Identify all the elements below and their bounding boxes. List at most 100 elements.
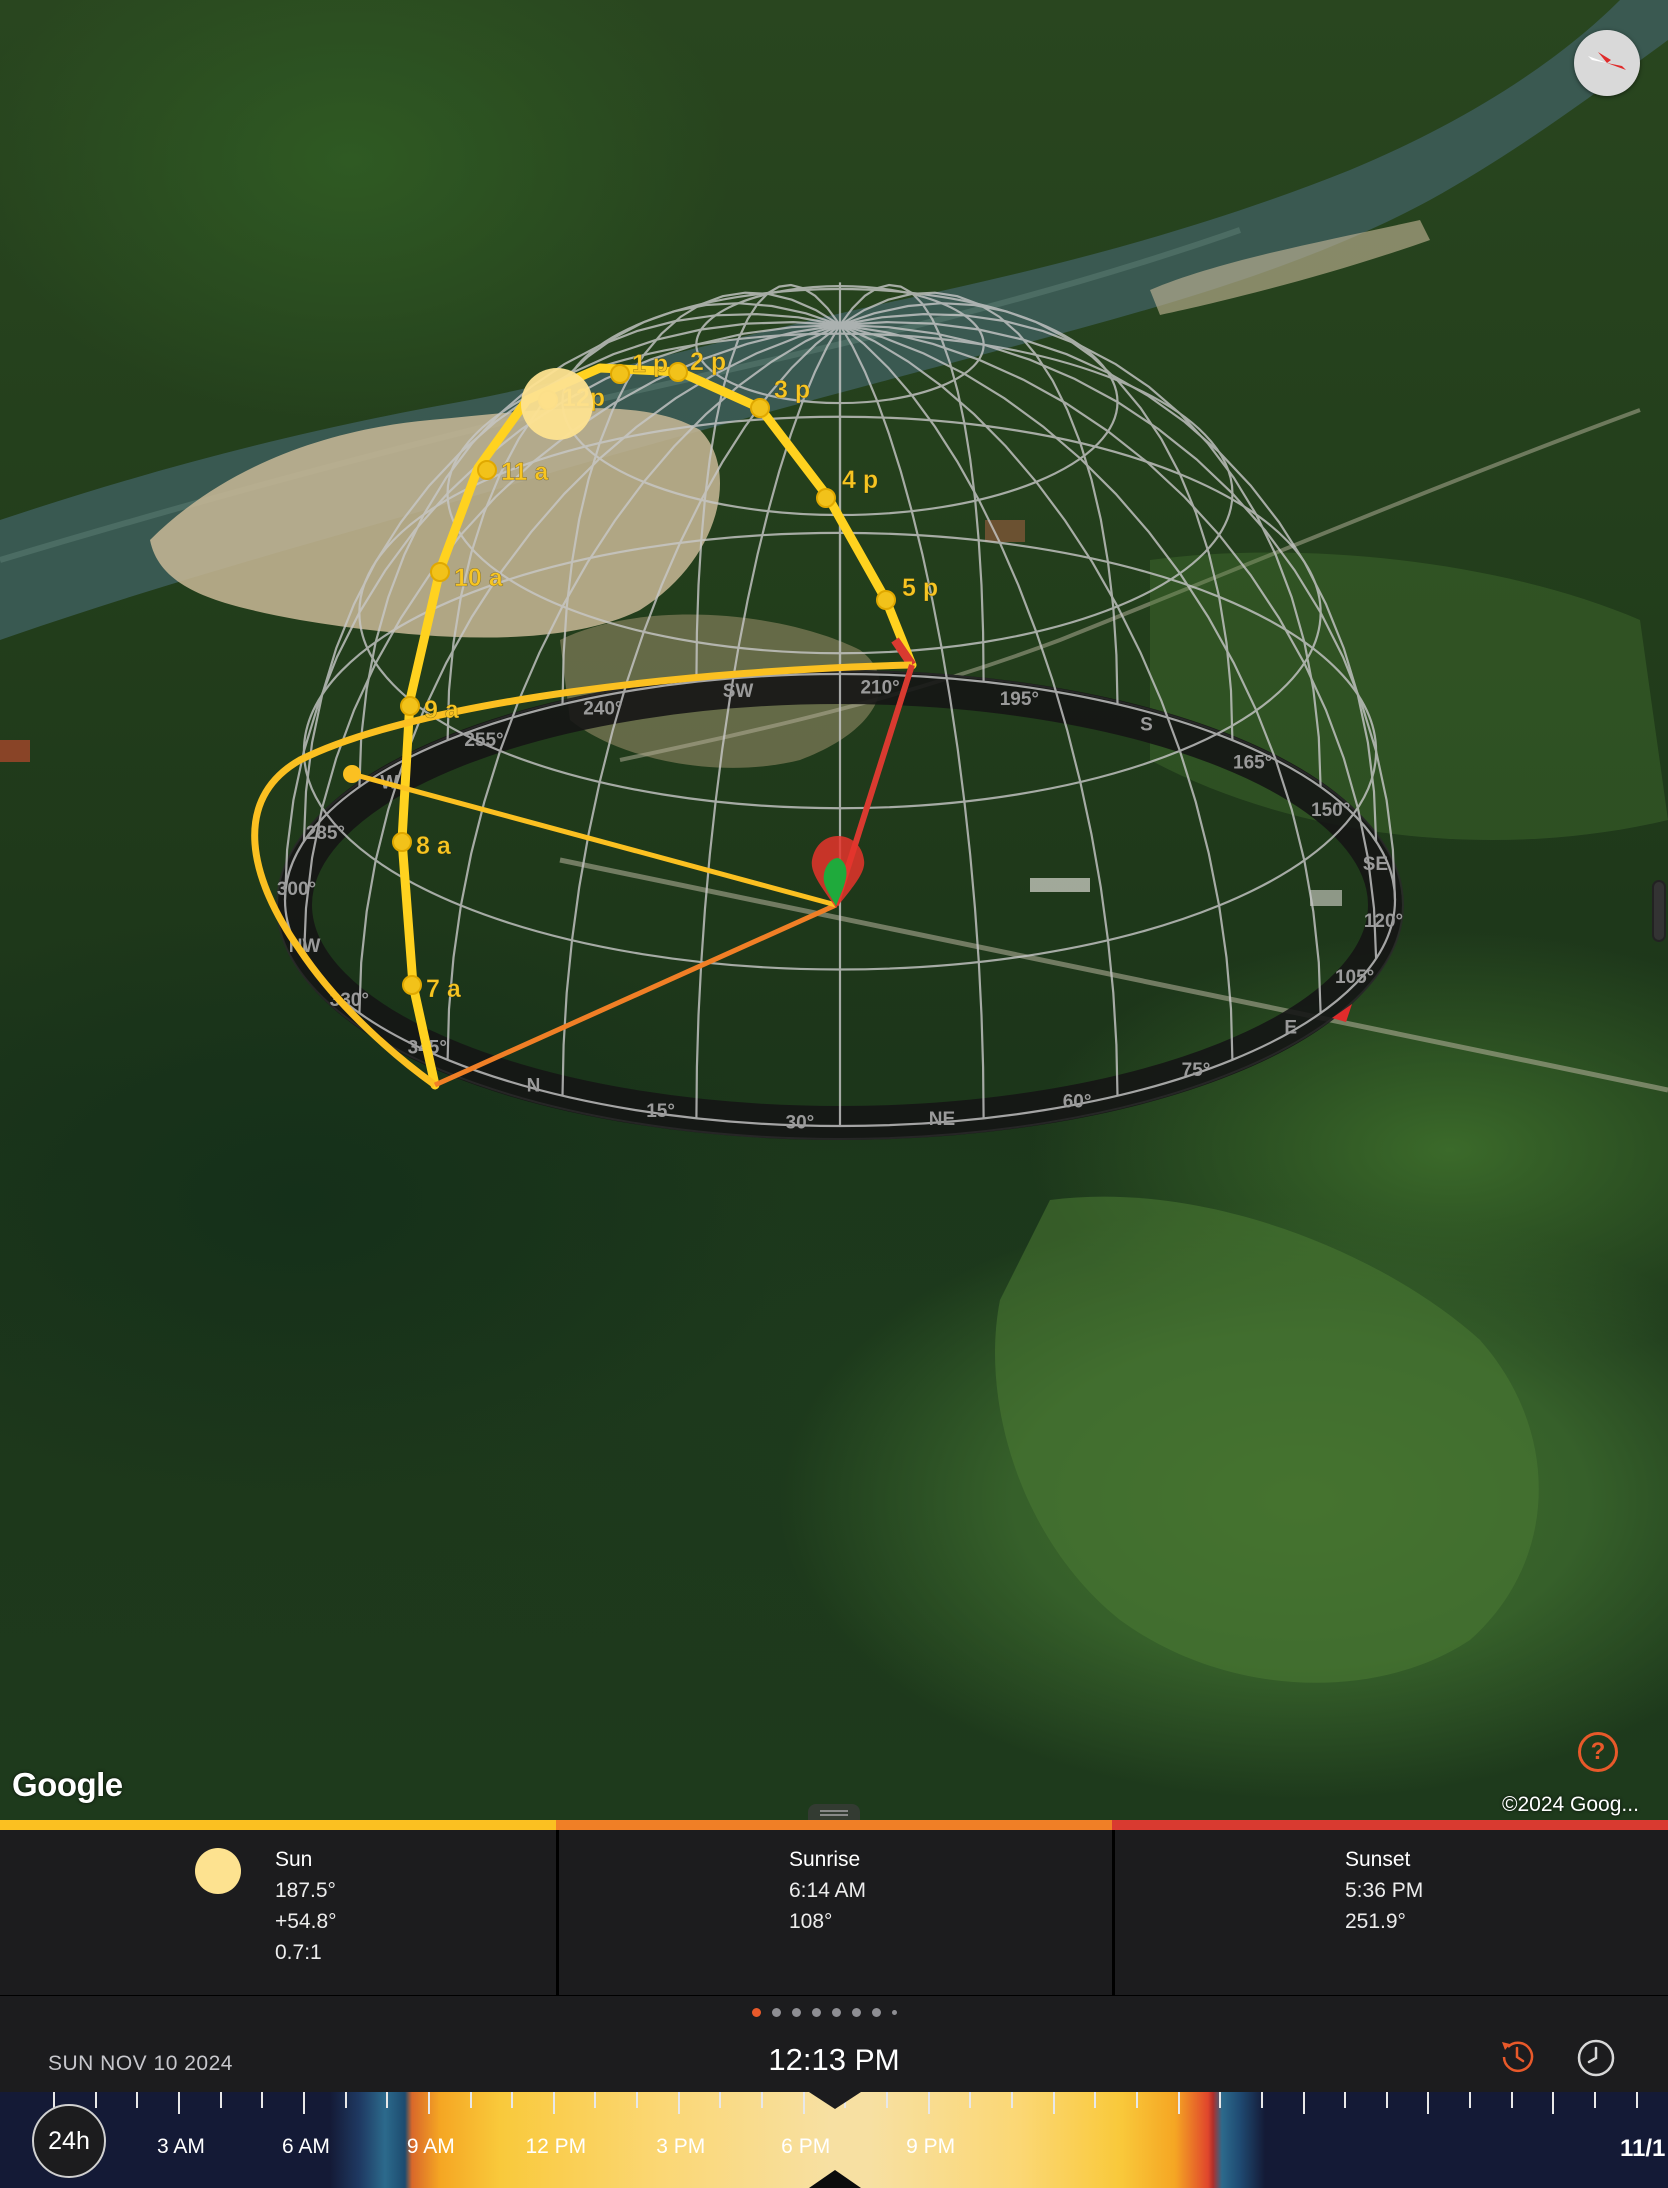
- hour-label: 8 a: [416, 832, 452, 860]
- compass-ring-label: N: [527, 1075, 541, 1096]
- sun-path-overlay: 240° SW 210° 195° S 165° 150° SE 120° 105° E 75° 60°…: [251, 282, 1404, 1140]
- timeline-tick: [1177, 2092, 1180, 2114]
- timeline-tick: [1135, 2092, 1138, 2108]
- current-time-marker-top[interactable]: [809, 2092, 861, 2109]
- timeline-label: 6 AM: [281, 2135, 330, 2158]
- page-dot[interactable]: [812, 2007, 821, 2017]
- hour-marker: [876, 590, 896, 610]
- page-dot[interactable]: [892, 2009, 897, 2015]
- hour-label: 3 p: [774, 376, 810, 404]
- timeline-tick: [1219, 2092, 1222, 2108]
- sunrise-title: Sunrise: [789, 1848, 861, 1871]
- timeline-tick: [469, 2092, 472, 2108]
- help-icon: ?: [1590, 1738, 1606, 1765]
- timeline-tick: [1427, 2092, 1430, 2114]
- sunset-time: 5:36 PM: [1345, 1879, 1424, 1902]
- timeline-tick: [136, 2092, 139, 2108]
- hour-marker: [392, 832, 412, 852]
- sun-elevation: +54.8°: [275, 1910, 337, 1933]
- compass-ring-label: 195°: [1000, 689, 1039, 710]
- time-value: 12:13: [768, 2042, 846, 2077]
- map-copyright[interactable]: ©2024 Goog...: [1502, 1793, 1639, 1817]
- compass-ring-label: 15°: [646, 1101, 675, 1122]
- time-label[interactable]: 12:13 PM: [0, 2042, 1668, 2078]
- timeline-tick: [636, 2092, 639, 2108]
- hour-label: 2 p: [690, 348, 726, 376]
- timeline-tick: [1344, 2092, 1347, 2108]
- compass-ring-label: 105°: [1335, 967, 1374, 988]
- timeline-tick: [1469, 2092, 1472, 2108]
- timeline-tick: [1552, 2092, 1555, 2114]
- compass-ring-label: 210°: [860, 678, 899, 699]
- timeline-tick: [302, 2092, 305, 2114]
- timeline-tick: [427, 2092, 430, 2114]
- timeline-label: 3 PM: [656, 2135, 706, 2158]
- timeline-tick: [1260, 2092, 1263, 2108]
- time-ampm: PM: [854, 2044, 900, 2077]
- sunset-info-card[interactable]: Sunset 5:36 PM 251.9°: [1112, 1830, 1668, 1995]
- timeline-tick: [1635, 2092, 1638, 2108]
- timeline-tick: [1052, 2092, 1055, 2114]
- sunset-azimuth: 251.9°: [1345, 1910, 1406, 1933]
- current-time-marker-bottom[interactable]: [809, 2170, 861, 2188]
- sun-icon: [195, 1848, 241, 1894]
- compass-ring-label: 240°: [583, 699, 622, 720]
- page-dot[interactable]: [832, 2007, 841, 2017]
- compass-ring-label: 60°: [1063, 1091, 1092, 1112]
- page-dot[interactable]: [792, 2007, 801, 2017]
- hour-label: 7 a: [426, 975, 462, 1003]
- timeline-tick: [219, 2092, 222, 2108]
- satellite-map[interactable]: 240° SW 210° 195° S 165° 150° SE 120° 105° E 75° 60°…: [0, 0, 1668, 1820]
- timeline-tick: [94, 2092, 97, 2108]
- hour-marker: [750, 398, 770, 418]
- compass-ring-label: S: [1140, 715, 1153, 736]
- page-dot[interactable]: [772, 2007, 781, 2017]
- sunrise-info-card[interactable]: Sunrise 6:14 AM 108°: [556, 1830, 1112, 1995]
- side-panel-handle[interactable]: [1652, 880, 1666, 942]
- sunrise-azimuth: 108°: [789, 1910, 833, 1933]
- compass-ring-label: 165°: [1233, 753, 1272, 774]
- sun-shadow-ratio: 0.7:1: [275, 1941, 322, 1964]
- sun-position-icon: [521, 368, 593, 440]
- hour-label: 4 p: [842, 466, 878, 494]
- sun-info-card[interactable]: Sun 187.5° +54.8° 0.7:1: [0, 1830, 556, 1995]
- compass-ring-label: SW: [723, 681, 754, 702]
- help-button[interactable]: ?: [1578, 1732, 1618, 1772]
- reset-to-now-icon[interactable]: [1496, 2036, 1538, 2078]
- page-dot[interactable]: [872, 2007, 881, 2017]
- timeline-tick: [719, 2092, 722, 2108]
- page-dot[interactable]: [752, 2007, 761, 2017]
- date-time-bar: SUN NOV 10 2024 12:13 PM: [0, 1995, 1668, 2092]
- timeline-tick: [1302, 2092, 1305, 2114]
- hour-label: 1 p: [632, 350, 668, 378]
- compass-ring-label: 285°: [306, 823, 345, 844]
- timeline-tick: [677, 2092, 680, 2114]
- compass-ring-label: NE: [929, 1109, 955, 1130]
- timeline-tick: [594, 2092, 597, 2108]
- page-dot[interactable]: [852, 2007, 861, 2017]
- clock-icon[interactable]: [1576, 2038, 1616, 2078]
- page-indicator[interactable]: [752, 2006, 897, 2018]
- sun-color-strip: [0, 1820, 556, 1830]
- timeline-tick: [927, 2092, 930, 2114]
- map-compass-button[interactable]: [1574, 30, 1640, 96]
- sheet-grabber-handle[interactable]: [808, 1804, 860, 1820]
- hour-marker: [816, 488, 836, 508]
- compass-ring-label: SE: [1363, 854, 1388, 875]
- hour-marker: [430, 562, 450, 582]
- timeline-tick: [761, 2092, 764, 2108]
- timeline-tick: [177, 2092, 180, 2114]
- 24h-toggle-button[interactable]: 24h: [32, 2104, 106, 2178]
- compass-ring-label: 75°: [1182, 1060, 1211, 1081]
- timeline-tick: [1510, 2092, 1513, 2108]
- hour-label: 9 a: [424, 696, 460, 724]
- hour-label: 11 a: [501, 458, 549, 486]
- timeline-tick: [1594, 2092, 1597, 2108]
- hour-marker: [400, 696, 420, 716]
- timeline-tick: [344, 2092, 347, 2108]
- compass-ring-label: 255°: [464, 730, 503, 751]
- timeline-label: 6 PM: [781, 2135, 831, 2158]
- sunset-color-strip: [1112, 1820, 1668, 1830]
- timeline-tick: [1094, 2092, 1097, 2108]
- info-panel: Sun 187.5° +54.8° 0.7:1 Sunrise 6:14 AM …: [0, 1830, 1668, 1995]
